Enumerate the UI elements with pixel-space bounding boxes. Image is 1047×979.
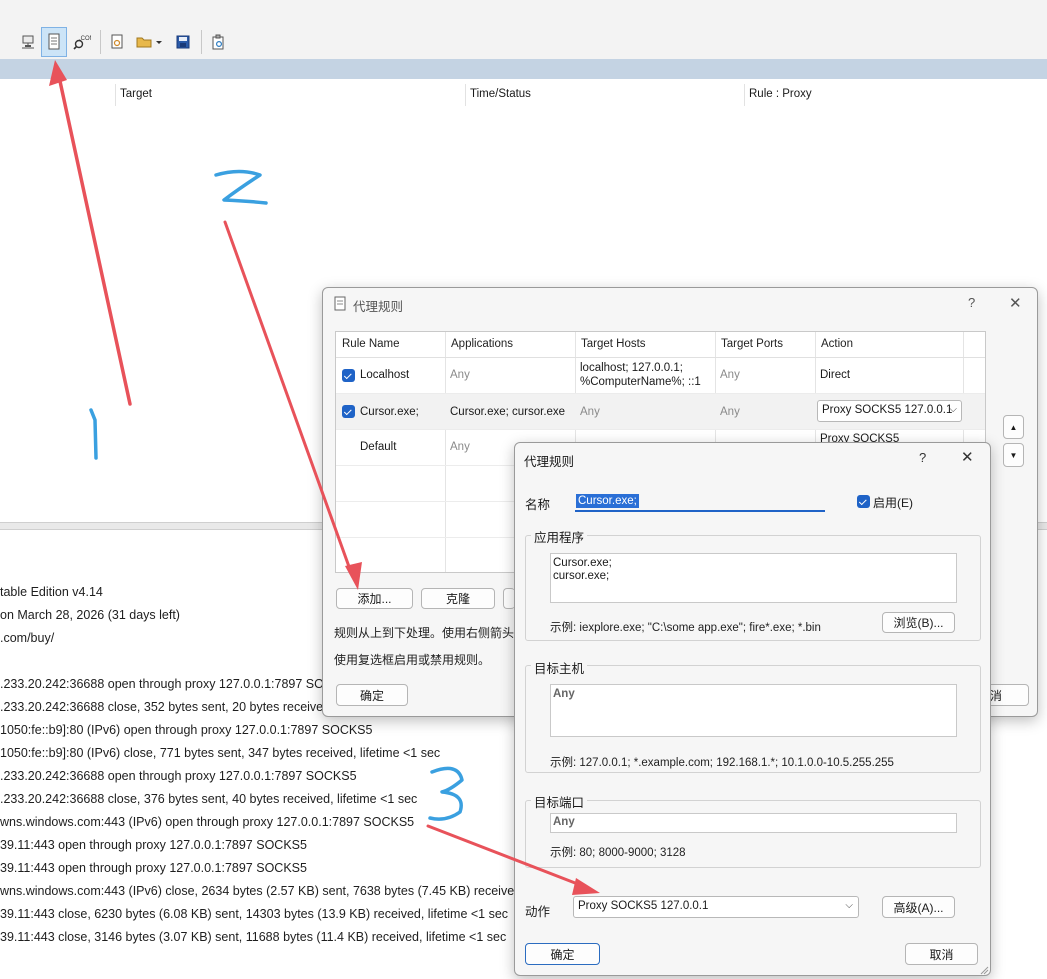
rule-hosts: %ComputerName%; ::1	[580, 376, 701, 388]
target-ports-group-label: 目标端口	[531, 792, 588, 811]
annotation-digit-1	[89, 408, 98, 460]
log-line: wns.windows.com:443 (IPv6) open through …	[0, 815, 415, 829]
log-line: wns.windows.com:443 (IPv6) close, 2634 b…	[0, 884, 522, 898]
log-line: .233.20.242:36688 close, 376 bytes sent,…	[0, 792, 418, 806]
table-row[interactable]: Localhost Any localhost; 127.0.0.1; %Com…	[336, 358, 985, 393]
action-label: 动作	[525, 905, 551, 919]
table-row[interactable]: Cursor.exe; Cursor.exe; cursor.exe Any A…	[336, 394, 985, 429]
column-header-applications[interactable]: Applications	[451, 338, 513, 350]
rule-ports: Any	[720, 369, 740, 381]
browse-button[interactable]: 浏览(B)...	[882, 612, 955, 633]
triangle-up-icon: ▲	[1009, 422, 1018, 432]
toolbar-separator	[201, 30, 202, 54]
annotation-digit-2	[214, 169, 268, 205]
connections-header-band	[0, 59, 1047, 79]
move-up-button[interactable]: ▲	[1003, 415, 1024, 439]
rule-ports: Any	[720, 406, 740, 418]
help-icon[interactable]: ?	[968, 295, 975, 310]
applications-group-label: 应用程序	[531, 527, 588, 546]
column-separator	[115, 84, 116, 106]
log-line: 1050:fe::b9]:80 (IPv6) open through prox…	[0, 723, 373, 737]
rule-name: Default	[360, 441, 397, 453]
column-header-target[interactable]: Target	[120, 88, 152, 100]
dialog-title: 代理规则	[524, 455, 575, 469]
edit-rule-dialog: 代理规则 ? ✕ 名称 Cursor.exe; 启用(E) 应用程序 Curso…	[514, 442, 991, 976]
rule-apps: Any	[450, 441, 470, 453]
rule-action: Direct	[820, 369, 851, 381]
rule-name: Cursor.exe;	[360, 406, 419, 418]
log-line: 39.11:443 close, 3146 bytes (3.07 KB) se…	[0, 930, 507, 944]
toolbar: .COM	[0, 0, 1047, 59]
rules-doc-icon	[334, 296, 346, 311]
rule-apps: Any	[450, 369, 470, 381]
column-header-target-ports[interactable]: Target Ports	[721, 338, 783, 350]
cancel-button[interactable]: 消	[987, 684, 1029, 706]
chevron-down-icon: ⌵	[949, 404, 957, 415]
ok-button[interactable]: 确定	[336, 684, 408, 706]
column-header-rule-proxy[interactable]: Rule : Proxy	[749, 88, 812, 100]
rule-hosts: Any	[580, 406, 600, 418]
name-label: 名称	[525, 498, 551, 512]
rule-enabled-checkbox[interactable]	[342, 405, 355, 418]
target-hosts-group-label: 目标主机	[531, 658, 588, 677]
applications-hint: 示例: iexplore.exe; "C:\some app.exe"; fir…	[550, 622, 821, 634]
document-icon[interactable]	[41, 27, 67, 57]
log-line: table Edition v4.14	[0, 585, 103, 599]
save-icon[interactable]	[170, 27, 196, 57]
network-icon[interactable]	[15, 27, 41, 57]
rule-hosts: localhost; 127.0.0.1;	[580, 362, 683, 374]
cancel-button[interactable]: 取消	[905, 943, 978, 965]
chevron-down-icon: ⌵	[845, 900, 853, 911]
column-header-target-hosts[interactable]: Target Hosts	[581, 338, 646, 350]
log-line: 1050:fe::b9]:80 (IPv6) close, 771 bytes …	[0, 746, 441, 760]
log-line: .233.20.242:36688 open through proxy 127…	[0, 677, 357, 691]
resize-grip-icon[interactable]	[979, 964, 989, 975]
log-line: .233.20.242:36688 open through proxy 127…	[0, 769, 357, 783]
rule-name: Localhost	[360, 369, 410, 381]
rule-apps: Cursor.exe; cursor.exe	[450, 406, 566, 418]
move-down-button[interactable]: ▼	[1003, 443, 1024, 467]
folder-open-icon[interactable]	[132, 27, 166, 57]
column-header-rule-name[interactable]: Rule Name	[342, 338, 400, 350]
close-icon[interactable]: ✕	[961, 448, 974, 466]
close-icon[interactable]: ✕	[1009, 294, 1022, 312]
enable-checkbox[interactable]	[857, 495, 870, 508]
ok-button[interactable]: 确定	[525, 943, 600, 965]
target-ports-field[interactable]: Any	[550, 813, 957, 833]
target-ports-hint: 示例: 80; 8000-9000; 3128	[550, 847, 686, 859]
log-line: on March 28, 2026 (31 days left)	[0, 608, 180, 622]
enable-label: 启用(E)	[873, 496, 913, 510]
rules-info-text: 使用复选框启用或禁用规则。	[334, 653, 491, 667]
column-header-time-status[interactable]: Time/Status	[470, 88, 531, 100]
toolbar-separator	[100, 30, 101, 54]
triangle-down-icon: ▼	[1009, 450, 1018, 460]
advanced-button[interactable]: 高级(A)...	[882, 896, 955, 918]
column-header-action[interactable]: Action	[821, 338, 853, 350]
action-select[interactable]: Proxy SOCKS5 127.0.0.1 ⌵	[573, 896, 859, 918]
applications-textarea[interactable]: Cursor.exe; cursor.exe;	[550, 553, 957, 603]
rule-enabled-checkbox[interactable]	[342, 369, 355, 382]
target-hosts-textarea[interactable]: Any	[550, 684, 957, 737]
log-line: 39.11:443 open through proxy 127.0.0.1:7…	[0, 861, 307, 875]
annotation-digit-3	[428, 766, 464, 821]
log-line: 39.11:443 close, 6230 bytes (6.08 KB) se…	[0, 907, 509, 921]
log-line: .com/buy/	[0, 631, 55, 645]
log-line: 39.11:443 open through proxy 127.0.0.1:7…	[0, 838, 307, 852]
add-button[interactable]: 添加...	[336, 588, 413, 609]
name-field[interactable]: Cursor.exe;	[575, 492, 825, 512]
help-icon[interactable]: ?	[919, 450, 926, 465]
clipboard-icon[interactable]	[205, 27, 231, 57]
dialog-title: 代理规则	[353, 300, 404, 314]
column-separator	[465, 84, 466, 106]
column-separator	[744, 84, 745, 106]
annotation-arrow-1	[49, 60, 132, 406]
target-hosts-hint: 示例: 127.0.0.1; *.example.com; 192.168.1.…	[550, 757, 894, 769]
settings-doc-icon[interactable]	[104, 27, 130, 57]
rules-info-text: 规则从上到下处理。使用右侧箭头	[334, 626, 515, 640]
com-search-icon[interactable]: .COM	[69, 27, 95, 57]
rule-action-select[interactable]: Proxy SOCKS5 127.0.0.1 ⌵	[817, 400, 962, 422]
clone-button[interactable]: 克隆	[421, 588, 495, 609]
